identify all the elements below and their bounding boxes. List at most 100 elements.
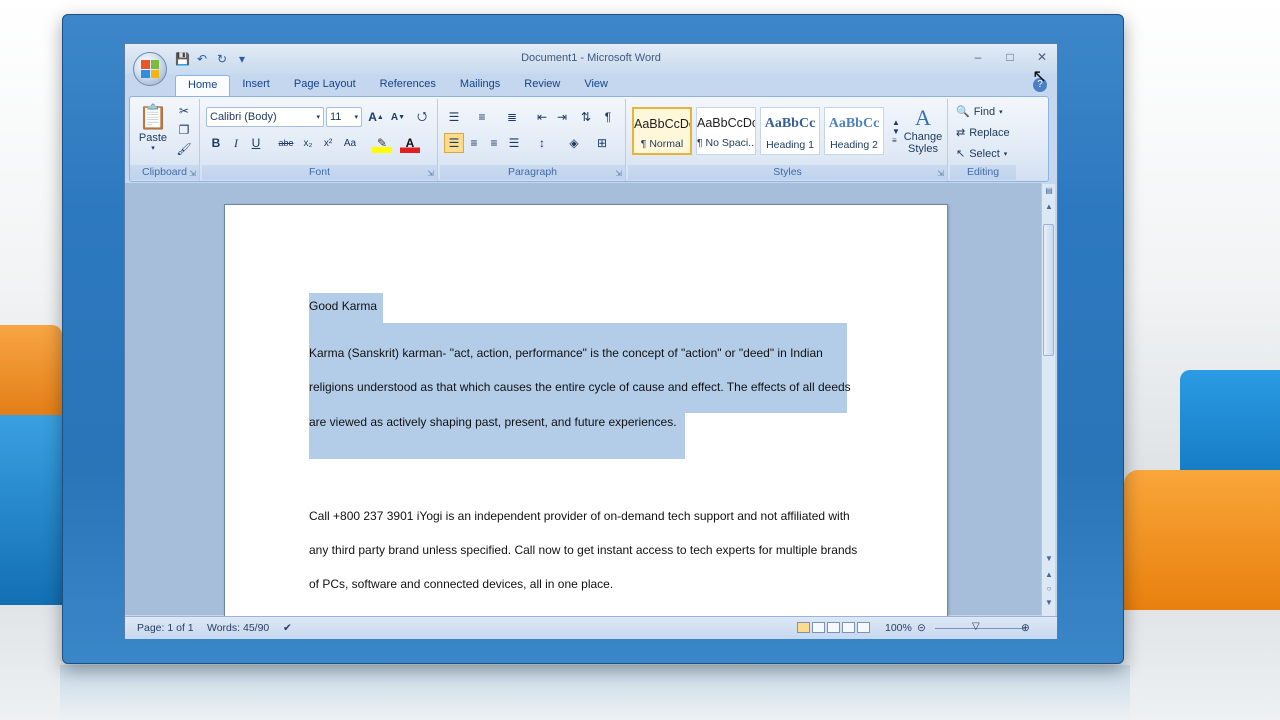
outline-icon[interactable] (842, 622, 855, 633)
font-color-icon[interactable]: A (400, 133, 420, 153)
document-title-line[interactable]: Good Karma (309, 299, 377, 313)
dialog-launcher-icon[interactable]: ⇲ (937, 169, 944, 178)
draft-icon[interactable] (857, 622, 870, 633)
dialog-launcher-icon[interactable]: ⇲ (615, 169, 622, 178)
paragraph-line[interactable]: are viewed as actively shaping past, pre… (309, 415, 677, 429)
replace-button[interactable]: ⇄ Replace (956, 126, 1010, 140)
superscript-button[interactable]: x² (318, 133, 338, 153)
editing-label: Editing (950, 165, 1016, 180)
ruler-toggle-icon[interactable]: ▤ (1042, 186, 1056, 195)
zoom-in-icon[interactable]: ⊕ (1021, 622, 1030, 634)
change-case-button[interactable]: Aa (340, 133, 360, 153)
tab-view[interactable]: View (572, 75, 620, 96)
style-no-spacing[interactable]: AaBbCcDc ¶ No Spaci... (696, 107, 756, 155)
close-icon[interactable]: ✕ (1033, 50, 1051, 64)
next-page-icon[interactable]: ▼ (1042, 598, 1056, 607)
style-normal[interactable]: AaBbCcDc ¶ Normal (632, 107, 692, 155)
zoom-out-icon[interactable]: ⊝ (917, 622, 926, 634)
proofing-icon[interactable]: ✔ (283, 622, 292, 634)
format-painter-icon[interactable]: 🖌 (174, 139, 194, 159)
document-area[interactable]: Good Karma Karma (Sanskrit) karman- "act… (125, 183, 1041, 624)
office-button[interactable] (133, 52, 167, 86)
underline-button[interactable]: U (246, 133, 266, 153)
tab-insert[interactable]: Insert (230, 75, 282, 96)
clear-formatting-icon[interactable]: ⭯ (412, 107, 432, 127)
align-center-icon[interactable]: ≡ (464, 133, 484, 153)
align-left-icon[interactable]: ☰ (444, 133, 464, 153)
tab-references[interactable]: References (368, 75, 448, 96)
shrink-font-icon[interactable]: A ▼ (388, 107, 408, 127)
previous-page-icon[interactable]: ▲ (1042, 570, 1056, 579)
quick-access-toolbar: 💾 ↶ ↻ ▾ (175, 52, 249, 66)
borders-icon[interactable]: ⊞ (592, 133, 612, 153)
page-count[interactable]: Page: 1 of 1 (137, 622, 194, 634)
scrollbar-thumb[interactable] (1043, 224, 1054, 356)
copy-icon[interactable]: ❐ (174, 120, 194, 140)
minimize-icon[interactable]: – (969, 50, 987, 64)
bold-button[interactable]: B (206, 133, 226, 153)
zoom-slider-track[interactable] (935, 628, 1025, 629)
cut-icon[interactable]: ✂ (174, 101, 194, 121)
multilevel-list-icon[interactable]: ≣ (502, 107, 522, 127)
style-heading-2[interactable]: AaBbCc Heading 2 (824, 107, 884, 155)
status-bar: Page: 1 of 1 Words: 45/90 ✔ 100% ⊝ ▽ ⊕ (125, 616, 1057, 639)
paragraph-label: Paragraph (440, 165, 625, 180)
dialog-launcher-icon[interactable]: ⇲ (427, 169, 434, 178)
style-heading-1[interactable]: AaBbCc Heading 1 (760, 107, 820, 155)
print-layout-icon[interactable] (797, 622, 810, 633)
zoom-level[interactable]: 100% (885, 622, 912, 634)
font-size-select[interactable]: 11 ▾ (326, 107, 362, 127)
align-right-icon[interactable]: ≡ (484, 133, 504, 153)
paragraph-line[interactable]: Call +800 237 3901 iYogi is an independe… (309, 509, 850, 523)
select-label: Select (969, 147, 1000, 160)
zoom-slider-thumb[interactable]: ▽ (972, 621, 980, 632)
change-styles-button[interactable]: A Change Styles (902, 103, 944, 157)
paste-icon: 📋 (138, 103, 168, 131)
font-family-select[interactable]: Calibri (Body) ▾ (206, 107, 324, 127)
clipboard-group: 📋 Paste ▾ ✂ ❐ 🖌 Clipboard ⇲ (130, 99, 200, 181)
tab-review[interactable]: Review (512, 75, 572, 96)
highlight-color-icon[interactable]: ✎ (372, 133, 392, 153)
binoculars-icon: 🔍 (956, 106, 970, 118)
scroll-up-icon[interactable]: ▲ (1042, 202, 1056, 211)
subscript-button[interactable]: x₂ (298, 133, 318, 153)
numbering-icon[interactable]: ≡ (472, 107, 492, 127)
undo-icon[interactable]: ↶ (195, 52, 209, 66)
customize-icon[interactable]: ▾ (235, 52, 249, 66)
sort-icon[interactable]: ⇅ (576, 107, 596, 127)
full-screen-icon[interactable] (812, 622, 825, 633)
tab-mailings[interactable]: Mailings (448, 75, 512, 96)
shading-icon[interactable]: ◈ (564, 133, 584, 153)
grow-font-icon[interactable]: A ▲ (366, 107, 386, 127)
tab-home[interactable]: Home (175, 75, 231, 96)
select-button[interactable]: ↖ Select ▾ (956, 147, 1007, 161)
style-preview: AaBbCc (828, 116, 880, 131)
increase-indent-icon[interactable]: ⇥ (552, 107, 572, 127)
find-button[interactable]: 🔍 Find ▾ (956, 105, 1003, 119)
scroll-down-icon[interactable]: ▼ (1042, 554, 1056, 563)
line-spacing-icon[interactable]: ↕ (532, 133, 552, 153)
tab-page-layout[interactable]: Page Layout (282, 75, 368, 96)
document-page[interactable]: Good Karma Karma (Sanskrit) karman- "act… (224, 204, 948, 624)
paragraph-line[interactable]: religions understood as that which cause… (309, 380, 851, 394)
paragraph-line[interactable]: Karma (Sanskrit) karman- "act, action, p… (309, 346, 823, 360)
paragraph-line[interactable]: of PCs, software and connected devices, … (309, 577, 613, 591)
italic-button[interactable]: I (226, 133, 246, 153)
browse-object-icon[interactable]: ○ (1042, 584, 1056, 593)
paste-button[interactable]: 📋 Paste ▾ (138, 103, 168, 152)
dialog-launcher-icon[interactable]: ⇲ (189, 169, 196, 178)
web-layout-icon[interactable] (827, 622, 840, 633)
vertical-scrollbar[interactable]: ▤ ▲ ▼ ▲ ○ ▼ (1041, 184, 1055, 616)
show-marks-icon[interactable]: ¶ (598, 107, 618, 127)
style-name: ¶ No Spaci... (697, 137, 755, 149)
redo-icon[interactable]: ↻ (215, 52, 229, 66)
decrease-indent-icon[interactable]: ⇤ (532, 107, 552, 127)
save-icon[interactable]: 💾 (175, 52, 190, 66)
maximize-icon[interactable]: □ (1001, 50, 1019, 64)
word-count[interactable]: Words: 45/90 (207, 622, 269, 634)
paragraph-line[interactable]: any third party brand unless specified. … (309, 543, 857, 557)
strikethrough-button[interactable]: abe (276, 133, 296, 153)
desktop-wallpaper-cushion (1124, 470, 1280, 610)
justify-icon[interactable]: ☰ (504, 133, 524, 153)
bullets-icon[interactable]: ☰ (444, 107, 464, 127)
